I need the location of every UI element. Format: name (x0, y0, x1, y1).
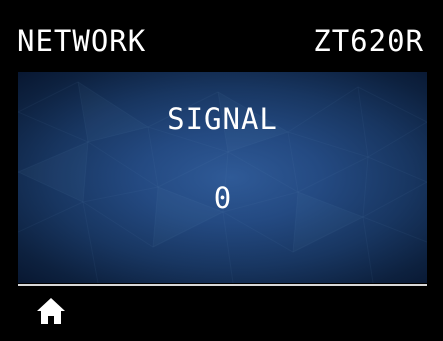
home-button[interactable] (34, 296, 68, 326)
setting-value: 0 (213, 181, 232, 215)
header-bar: NETWORK ZT620R (0, 0, 443, 72)
footer-divider (18, 284, 427, 286)
setting-label: SIGNAL (167, 102, 278, 136)
printer-model: ZT620R (313, 24, 424, 58)
printer-display: NETWORK ZT620R SIGNAL 0 (0, 0, 443, 341)
menu-title: NETWORK (17, 24, 147, 58)
content-panel: SIGNAL 0 (18, 72, 427, 283)
home-icon (37, 298, 65, 324)
